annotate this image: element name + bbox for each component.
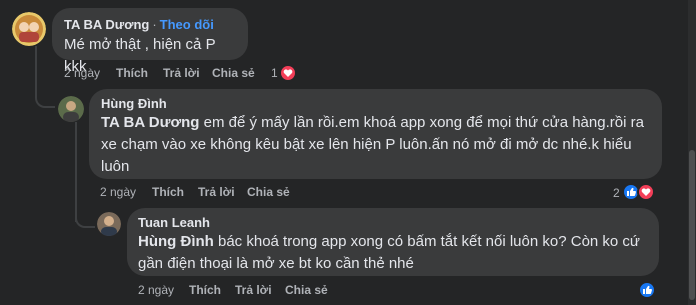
mention-link[interactable]: TA BA Dương xyxy=(101,114,199,131)
comment-text-line2: gần điện thoại là mở xe bt ko cần thẻ nh… xyxy=(138,255,414,272)
comment-text-line3: luôn xyxy=(101,158,130,175)
like-button[interactable]: Thích xyxy=(189,283,221,297)
heart-icon xyxy=(637,183,655,201)
reaction-count[interactable]: 2 xyxy=(613,186,620,200)
scrollbar-track[interactable] xyxy=(688,0,696,305)
comment-time[interactable]: 2 ngày xyxy=(64,66,100,80)
avatar-image xyxy=(97,212,121,236)
thread-curve-reply1 xyxy=(35,88,55,108)
like-button[interactable]: Thích xyxy=(116,66,148,80)
avatar[interactable] xyxy=(12,12,46,46)
reaction-count[interactable]: 1 xyxy=(271,66,278,80)
avatar[interactable] xyxy=(58,96,84,122)
comment-actions: 2 ngày Thích Trả lời Chia sẻ xyxy=(64,66,304,80)
mention-link[interactable]: Hùng Đình xyxy=(138,233,214,250)
reply-button[interactable]: Trả lời xyxy=(163,66,200,80)
comment-bubble: TA BA Dương · Theo dõi Mé mở thật , hiện c… xyxy=(52,8,248,75)
comment-bubble: Tuan Leanh Hùng Đình bác khoá trong app … xyxy=(127,208,659,276)
thread-curve-reply2 xyxy=(75,212,95,228)
like-icon[interactable] xyxy=(638,281,656,299)
heart-icon xyxy=(279,64,297,82)
like-button[interactable]: Thích xyxy=(152,185,184,199)
comment-text-line1: bác khoá trong app xong có bấm tắt kết n… xyxy=(213,233,640,250)
comment-author[interactable]: TA BA Dương xyxy=(64,17,149,32)
comment-text-line1: em để ý mấy lần rồi.em khoá app xong để … xyxy=(199,114,644,131)
comment-bubble: Hùng Đình TA BA Dương em để ý mấy lần rồ… xyxy=(89,89,662,179)
comment-time[interactable]: 2 ngày xyxy=(138,283,174,297)
share-button[interactable]: Chia sẻ xyxy=(212,66,255,80)
comment-text: TA BA Dương em để ý mấy lần rồi.em khoá … xyxy=(101,112,650,178)
separator-dot: · xyxy=(152,17,157,32)
comment-actions: 2 ngày Thích Trả lời Chia sẻ xyxy=(100,185,340,199)
thread-line-reply1 xyxy=(75,122,77,222)
share-button[interactable]: Chia sẻ xyxy=(247,185,290,199)
avatar[interactable] xyxy=(97,212,121,236)
comment-time[interactable]: 2 ngày xyxy=(100,185,136,199)
comment-text: Hùng Đình bác khoá trong app xong có bấm… xyxy=(138,231,648,275)
avatar-image xyxy=(58,96,84,122)
share-button[interactable]: Chia sẻ xyxy=(285,283,328,297)
reply-button[interactable]: Trả lời xyxy=(198,185,235,199)
avatar-image xyxy=(12,12,46,46)
comment-actions: 2 ngày Thích Trả lời Chia sẻ xyxy=(138,283,378,297)
comment-text-line2: xe chạm vào xe không kêu bật xe lên hiện… xyxy=(101,136,632,153)
comment-author[interactable]: Hùng Đình xyxy=(101,96,650,112)
reply-button[interactable]: Trả lời xyxy=(235,283,272,297)
comment-author[interactable]: Tuan Leanh xyxy=(138,215,648,231)
follow-button[interactable]: Theo dõi xyxy=(160,17,214,32)
scrollbar-thumb[interactable] xyxy=(689,150,695,300)
